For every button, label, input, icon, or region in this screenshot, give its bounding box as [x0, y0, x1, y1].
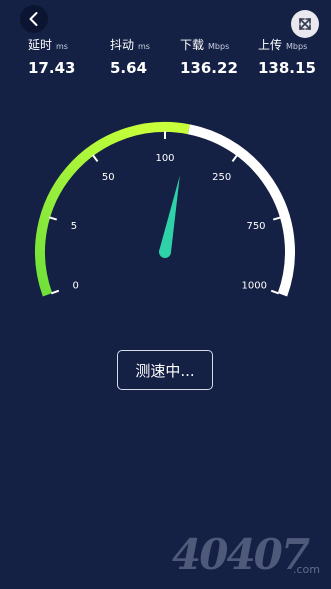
stat-value: 136.22 [180, 59, 238, 77]
stat-latency: 延时 ms 17.43 [28, 36, 108, 77]
testing-status-button[interactable]: 测速中... [117, 350, 213, 390]
stat-upload: 上传 Mbps 138.15 [258, 36, 331, 77]
stat-unit: ms [56, 42, 68, 51]
stat-value: 5.64 [110, 59, 148, 77]
site-watermark: 40407 [172, 530, 310, 579]
stat-value: 138.15 [258, 59, 316, 77]
gauge-scale-label: 1000 [242, 280, 267, 291]
stat-label: 上传 [258, 38, 283, 52]
gauge-scale-label: 5 [71, 221, 77, 232]
back-button[interactable] [20, 5, 48, 33]
stat-label: 下载 [180, 38, 205, 52]
stat-value: 17.43 [28, 59, 76, 77]
gauge-arc-remaining [187, 124, 295, 297]
gauge-scale-label: 50 [102, 172, 115, 183]
stat-jitter: 抖动 ms 5.64 [110, 36, 190, 77]
stat-download: 下载 Mbps 136.22 [180, 36, 260, 77]
gauge-scale-label: 100 [155, 153, 174, 164]
stat-unit: Mbps [286, 42, 308, 51]
gauge-tick [50, 289, 60, 295]
gauge-tick [48, 216, 58, 221]
gauge-tick [231, 154, 239, 162]
stat-unit: Mbps [208, 42, 230, 51]
stat-label: 延时 [28, 38, 53, 52]
fullscreen-button[interactable] [291, 10, 319, 38]
site-watermark-suffix: .com [293, 563, 320, 576]
speed-gauge: 0 5 50 100 250 750 1000 [35, 122, 295, 297]
chevron-left-icon [29, 12, 38, 26]
gauge-scale-label: 750 [246, 221, 265, 232]
stats-bar: 延时 ms 17.43 抖动 ms 5.64 下载 Mbps 136.22 上传 Mbp… [0, 36, 331, 80]
stat-unit: ms [138, 42, 150, 51]
expand-arrows-icon [299, 18, 311, 30]
gauge-tick [272, 216, 282, 221]
gauge-tick [91, 154, 99, 162]
gauge-scale-label: 250 [212, 172, 231, 183]
gauge-needle [159, 175, 180, 258]
gauge-scale-label: 0 [73, 280, 79, 291]
gauge-tick [270, 289, 280, 295]
stat-label: 抖动 [110, 38, 135, 52]
